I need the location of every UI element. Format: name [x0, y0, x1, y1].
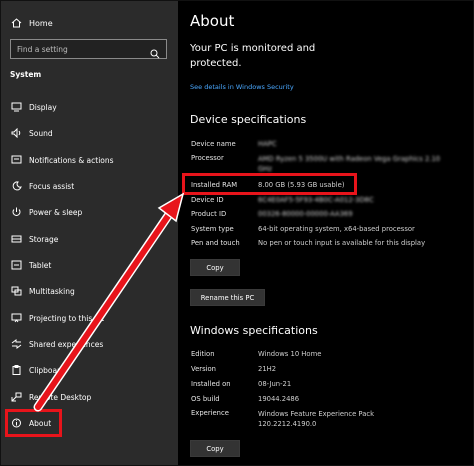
spec-value-group: Windows Feature Experience Pack 120.2212… [258, 409, 374, 429]
copy-device-specs-button[interactable]: Copy [190, 259, 240, 276]
sidebar-item-label: Clipboard [29, 365, 65, 375]
spec-key: Version [191, 365, 216, 373]
display-icon [10, 101, 22, 113]
home-label: Home [29, 18, 53, 28]
shared-experiences-icon [10, 338, 22, 350]
spec-key: Product ID [191, 210, 227, 218]
device-specs-heading: Device specifications [190, 113, 307, 126]
windows-specs-heading: Windows specifications [190, 324, 318, 337]
home-icon [9, 17, 23, 29]
sidebar-item-label: Display [29, 102, 57, 112]
spec-row-version: Version 21H2 [191, 365, 276, 373]
sidebar: Home System Display Sound Notifications … [1, 1, 178, 465]
spec-row-device-name: Device name HAPC [191, 140, 277, 148]
sidebar-item-label: Sound [29, 128, 53, 138]
sidebar-item-label: Projecting to this PC [29, 313, 105, 323]
focus-assist-icon [10, 180, 22, 192]
power-icon [10, 206, 22, 218]
spec-value: 64-bit operating system, x64-based proce… [258, 225, 415, 233]
search-input[interactable] [17, 44, 137, 54]
sidebar-item-label: Multitasking [29, 286, 75, 296]
spec-row-processor: Processor AMD Ryzen 5 3500U with Radeon … [191, 154, 448, 174]
windows-security-link[interactable]: See details in Windows Security [190, 83, 294, 91]
spec-key: Device name [191, 140, 236, 148]
spec-key: Edition [191, 350, 215, 358]
sidebar-item-label: Shared experiences [29, 339, 104, 349]
multitasking-icon [10, 285, 22, 297]
spec-value: 21H2 [258, 365, 277, 373]
about-highlight-box [5, 409, 62, 437]
spec-value: AMD Ryzen 5 3500U with Radeon Vega Graph… [258, 155, 441, 173]
spec-row-pen-touch: Pen and touch No pen or touch input is a… [191, 239, 425, 247]
sidebar-item-label: Power & sleep [29, 207, 83, 217]
spec-row-system-type: System type 64-bit operating system, x64… [191, 225, 415, 233]
sidebar-item-multitasking[interactable]: Multitasking [10, 284, 75, 298]
sidebar-item-label: Notifications & actions [29, 155, 114, 165]
spec-key: System type [191, 225, 234, 233]
spec-value: 08-Jun-21 [258, 380, 292, 388]
spec-value: HAPC [258, 140, 277, 148]
spec-value: Windows 10 Home [258, 350, 322, 358]
clipboard-icon [10, 364, 22, 376]
search-box[interactable] [10, 39, 167, 59]
page-title: About [190, 12, 235, 30]
spec-key: Experience [191, 409, 229, 417]
spec-row-device-id: Device ID 6C4E0AF5-5F93-4B0C-A012-3D8C [191, 196, 374, 204]
sidebar-item-projecting[interactable]: Projecting to this PC [10, 311, 104, 325]
spec-key: Device ID [191, 196, 224, 204]
spec-value: 19044.2486 [258, 395, 300, 403]
sidebar-item-storage[interactable]: Storage [10, 232, 58, 246]
installed-ram-highlight-box [182, 173, 357, 195]
copy-windows-specs-button[interactable]: Copy [190, 440, 240, 457]
spec-key: Pen and touch [191, 239, 240, 247]
sidebar-item-power-sleep[interactable]: Power & sleep [10, 205, 82, 219]
spec-row-os-build: OS build 19044.2486 [191, 395, 299, 403]
search-icon[interactable] [150, 44, 160, 63]
spec-key: OS build [191, 395, 220, 403]
sidebar-item-focus-assist[interactable]: Focus assist [10, 179, 74, 193]
sidebar-item-tablet[interactable]: Tablet [10, 258, 51, 272]
sidebar-item-clipboard[interactable]: Clipboard [10, 363, 65, 377]
notifications-icon [10, 154, 22, 166]
section-label-system: System [10, 70, 42, 79]
projecting-icon [10, 312, 22, 324]
storage-icon [10, 233, 22, 245]
sidebar-item-sound[interactable]: Sound [10, 126, 53, 140]
sidebar-item-remote-desktop[interactable]: Remote Desktop [10, 390, 91, 404]
sidebar-item-label: Remote Desktop [29, 392, 92, 402]
sidebar-item-notifications[interactable]: Notifications & actions [10, 153, 114, 167]
spec-key: Processor [191, 154, 224, 162]
sidebar-item-shared-experiences[interactable]: Shared experiences [10, 337, 103, 351]
tablet-icon [10, 259, 22, 271]
sidebar-item-label: Tablet [29, 260, 52, 270]
home-link[interactable]: Home [9, 15, 53, 31]
settings-window: Home System Display Sound Notifications … [0, 0, 474, 466]
sidebar-item-display[interactable]: Display [10, 100, 57, 114]
spec-row-experience: Experience Windows Feature Experience Pa… [191, 409, 374, 429]
protection-status-text: Your PC is monitored and protected. [190, 43, 316, 69]
spec-row-product-id: Product ID 00326-80000-00000-AA369 [191, 210, 353, 218]
spec-value: 6C4E0AF5-5F93-4B0C-A012-3D8C [258, 196, 374, 204]
spec-value: No pen or touch input is available for t… [258, 239, 426, 247]
main-content: About Your PC is monitored and protected… [179, 1, 473, 465]
spec-value-line2: 120.2212.4190.0 [258, 420, 317, 428]
spec-value: Windows Feature Experience Pack [258, 410, 375, 418]
rename-pc-button[interactable]: Rename this PC [190, 289, 265, 306]
remote-desktop-icon [10, 391, 22, 403]
sound-icon [10, 127, 22, 139]
spec-value: 00326-80000-00000-AA369 [258, 210, 353, 218]
spec-row-installed-on: Installed on 08-Jun-21 [191, 380, 291, 388]
sidebar-item-label: Focus assist [29, 181, 75, 191]
sidebar-item-label: Storage [29, 234, 59, 244]
spec-key: Installed on [191, 380, 231, 388]
spec-row-edition: Edition Windows 10 Home [191, 350, 321, 358]
